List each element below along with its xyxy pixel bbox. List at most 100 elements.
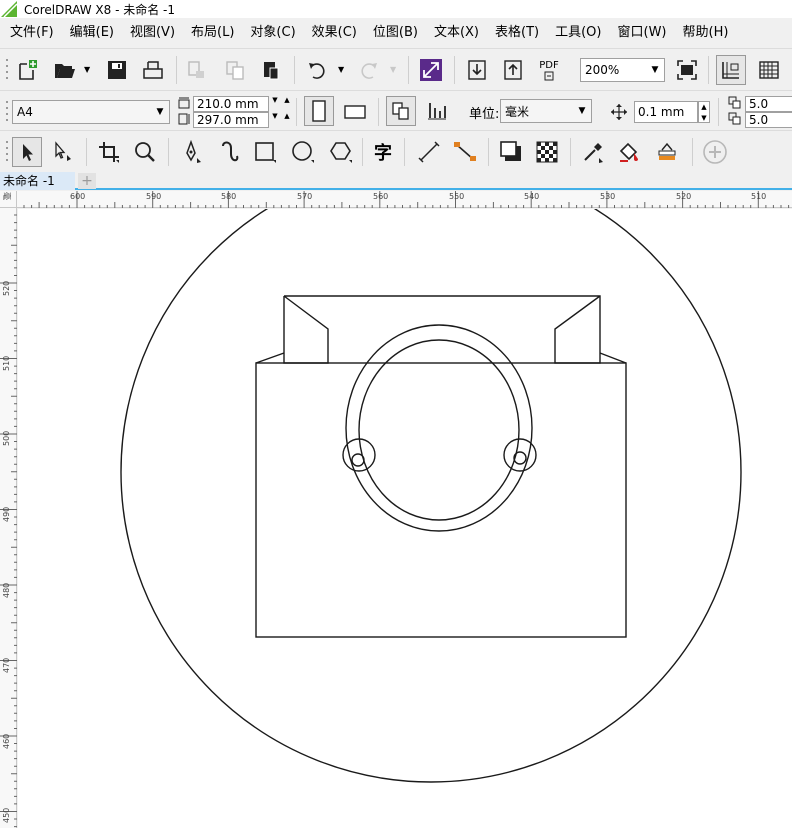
page-height-input[interactable]: 297.0 mm [193, 112, 269, 128]
drawing-right-ring-inner[interactable] [513, 451, 527, 465]
ruler-label: 580 [221, 192, 237, 201]
page-height-spinner[interactable]: ▼ [269, 112, 281, 128]
drawing-left-ring-inner[interactable] [351, 453, 365, 467]
menu-object[interactable]: 对象(C) [242, 18, 303, 48]
quick-customize-button[interactable] [700, 137, 730, 167]
dimension-tool-button[interactable] [414, 137, 444, 167]
current-page-button[interactable] [422, 96, 452, 126]
all-pages-button[interactable] [386, 96, 416, 126]
paste-button[interactable] [256, 55, 286, 85]
text-tool-button[interactable]: 字 [368, 137, 398, 167]
transparency-button[interactable] [532, 137, 562, 167]
open-dropdown-icon[interactable]: ▼ [84, 65, 90, 74]
menu-tools[interactable]: 工具(O) [547, 18, 609, 48]
crop-tool-button[interactable] [94, 137, 124, 167]
menu-bitmaps[interactable]: 位图(B) [365, 18, 426, 48]
publish-pdf-button[interactable]: PDF [534, 55, 564, 85]
save-button[interactable] [102, 55, 132, 85]
menu-window[interactable]: 窗口(W) [610, 18, 675, 48]
search-content-button[interactable] [416, 55, 446, 85]
text-tool-icon: 字 [374, 143, 392, 164]
page-size-select[interactable]: A4 ▼ [12, 100, 170, 124]
toolbar-separator [168, 138, 169, 166]
zoom-tool-button[interactable] [130, 137, 160, 167]
drawing-bag-top-flap[interactable] [283, 295, 601, 364]
open-button[interactable] [50, 55, 80, 85]
drawing-canvas[interactable] [18, 161, 792, 828]
new-document-button[interactable] [12, 55, 42, 85]
print-button[interactable] [138, 55, 168, 85]
connector-icon [454, 142, 476, 161]
smart-fill-button[interactable] [652, 137, 682, 167]
export-button[interactable] [498, 55, 528, 85]
tab-document-1[interactable]: 未命名 -1 [0, 172, 75, 190]
undo-dropdown-icon[interactable]: ▼ [338, 65, 344, 74]
page-width-spinner-up[interactable]: ▲ [281, 96, 293, 112]
landscape-button[interactable] [340, 96, 370, 126]
menu-view[interactable]: 视图(V) [122, 18, 183, 48]
connector-tool-button[interactable] [450, 137, 480, 167]
zoom-level-value: 200% [585, 63, 620, 77]
undo-button[interactable] [302, 55, 332, 85]
duplicate-y-input[interactable]: 5.0 mm [745, 112, 792, 141]
rectangle-tool-button[interactable] [250, 137, 280, 167]
ruler-label: 480 [2, 582, 11, 598]
duplicate-y-icon [728, 112, 741, 125]
duplicate-x-input[interactable]: 5.0 mm [745, 96, 792, 125]
toolbar-separator [404, 138, 405, 166]
portrait-button[interactable] [304, 96, 334, 126]
page-height-spinner-up[interactable]: ▲ [281, 112, 293, 128]
shape-tool-button[interactable] [48, 137, 78, 167]
copy-button[interactable] [220, 55, 250, 85]
document-tab-bar: 未命名 -1 + [0, 172, 792, 190]
interactive-fill-button[interactable] [614, 137, 644, 167]
redo-dropdown-icon[interactable]: ▼ [390, 65, 396, 74]
drawing-handle-inner[interactable] [358, 339, 520, 521]
polygon-tool-button[interactable] [326, 137, 356, 167]
artistic-media-button[interactable] [214, 137, 244, 167]
menu-help[interactable]: 帮助(H) [675, 18, 737, 48]
pick-tool-button[interactable] [12, 137, 42, 167]
show-rulers-button[interactable] [716, 55, 746, 85]
nudge-distance-spinner[interactable]: ▲ ▼ [698, 101, 710, 123]
page-width-input[interactable]: 210.0 mm [193, 96, 269, 112]
pen-tool-button[interactable] [176, 137, 206, 167]
toolbar-grip[interactable] [4, 55, 10, 85]
menu-text[interactable]: 文本(X) [426, 18, 487, 48]
toolbar-grip[interactable] [4, 137, 10, 167]
chevron-down-icon: ▼ [156, 107, 164, 117]
drawing-handle-outer[interactable] [345, 324, 533, 532]
paste-icon [264, 62, 279, 80]
vertical-ruler[interactable]: 毫米 520 510 500 490 480 470 460 450 [0, 192, 17, 828]
menu-file[interactable]: 文件(F) [2, 18, 62, 48]
menu-layout[interactable]: 布局(L) [183, 18, 242, 48]
redo-button[interactable] [354, 55, 384, 85]
menu-effects[interactable]: 效果(C) [304, 18, 365, 48]
full-screen-button[interactable] [672, 55, 702, 85]
ruler-label: 490 [2, 506, 11, 522]
units-select[interactable]: 毫米 ▼ [500, 99, 592, 123]
cut-button[interactable] [182, 55, 212, 85]
menu-table[interactable]: 表格(T) [487, 18, 547, 48]
menu-bar: 文件(F) 编辑(E) 视图(V) 布局(L) 对象(C) 效果(C) 位图(B… [0, 18, 792, 48]
zoom-level-select[interactable]: 200% ▼ [580, 58, 665, 82]
show-grid-button[interactable] [754, 55, 784, 85]
toolbar-separator [488, 138, 489, 166]
drawing-bag-body[interactable] [255, 362, 627, 638]
drawing-right-ring-outer[interactable] [503, 438, 537, 472]
drop-shadow-button[interactable] [496, 137, 526, 167]
page-width-spinner[interactable]: ▼ [269, 96, 281, 112]
toolbar-grip[interactable] [4, 97, 10, 127]
menu-edit[interactable]: 编辑(E) [62, 18, 122, 48]
nudge-distance-input[interactable]: 0.1 mm [634, 101, 698, 123]
drawing-outer-circle[interactable] [120, 161, 742, 783]
add-document-tab-button[interactable]: + [78, 173, 96, 189]
ruler-label: 570 [297, 192, 313, 201]
undo-icon [309, 63, 325, 79]
eyedropper-button[interactable] [578, 137, 608, 167]
import-button[interactable] [462, 55, 492, 85]
ellipse-tool-button[interactable] [288, 137, 318, 167]
curve-stroke-icon [222, 141, 239, 162]
horizontal-ruler[interactable]: 600 590 580 570 560 550 540 530 520 510 [17, 191, 792, 208]
drawing-bag-fold-lines[interactable] [255, 352, 627, 364]
